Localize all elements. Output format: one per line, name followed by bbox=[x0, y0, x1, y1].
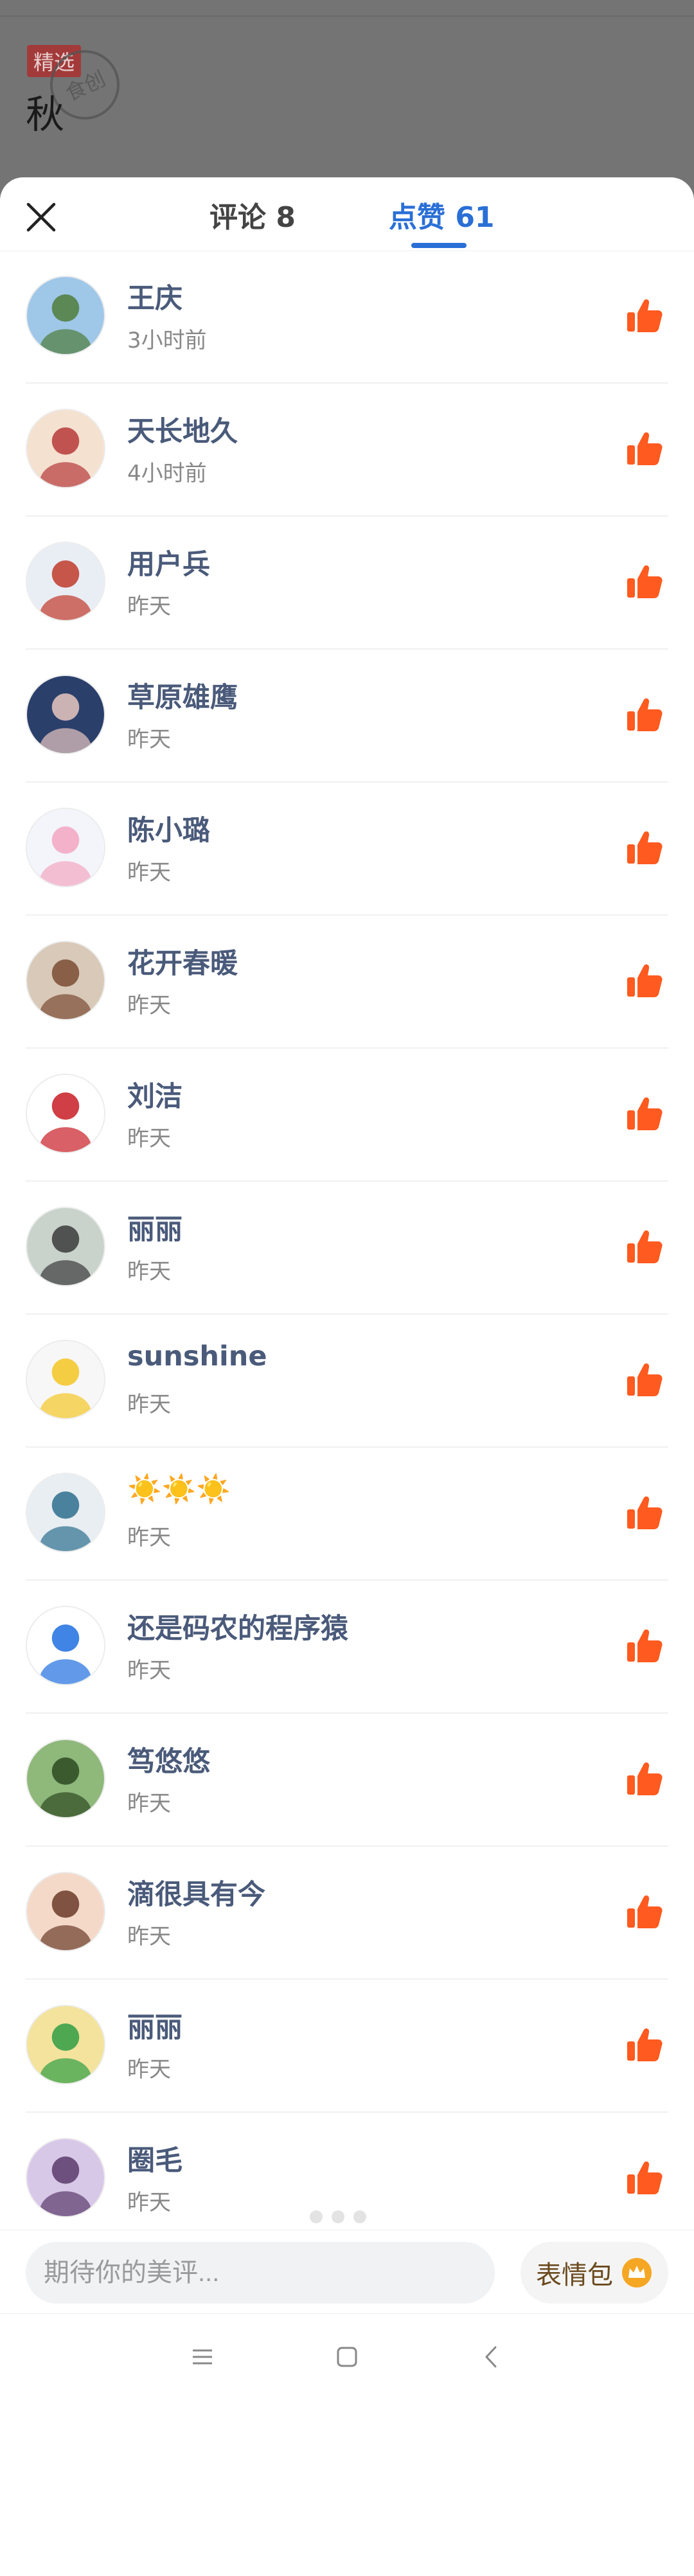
like-time: 昨天 bbox=[127, 1126, 171, 1151]
like-row[interactable]: 笃悠悠 昨天 bbox=[26, 1714, 668, 1847]
like-row[interactable]: 草原雄鹰 昨天 bbox=[26, 650, 668, 783]
avatar[interactable] bbox=[26, 1074, 105, 1153]
thumbs-up-icon[interactable] bbox=[625, 562, 664, 601]
thumbs-up-icon[interactable] bbox=[625, 2025, 664, 2065]
like-time: 昨天 bbox=[127, 860, 171, 885]
avatar[interactable] bbox=[26, 2005, 105, 2084]
like-time: 3小时前 bbox=[127, 328, 207, 353]
like-time: 昨天 bbox=[127, 727, 171, 752]
avatar[interactable] bbox=[26, 1207, 105, 1286]
thumbs-up-icon[interactable] bbox=[625, 1227, 664, 1266]
thumbs-up-icon[interactable] bbox=[625, 1360, 664, 1399]
like-time: 昨天 bbox=[127, 2057, 171, 2083]
user-name[interactable]: 丽丽 bbox=[127, 2005, 182, 2045]
thumbs-up-icon[interactable] bbox=[625, 296, 664, 335]
avatar[interactable] bbox=[26, 808, 105, 887]
sheet-header: 评论 8 点赞 61 bbox=[0, 177, 694, 251]
user-name[interactable]: 还是码农的程序猿 bbox=[127, 1606, 348, 1646]
back-icon[interactable] bbox=[476, 2341, 508, 2373]
like-time: 昨天 bbox=[127, 2190, 171, 2216]
emoji-button[interactable]: 表情包 bbox=[520, 2242, 668, 2304]
thumbs-up-icon[interactable] bbox=[625, 1892, 664, 1932]
like-time: 昨天 bbox=[127, 1525, 171, 1550]
like-row[interactable]: 天长地久 4小时前 bbox=[26, 384, 668, 517]
user-name[interactable]: ☀️☀️☀️ bbox=[127, 1473, 231, 1506]
menu-icon[interactable] bbox=[186, 2341, 218, 2373]
avatar[interactable] bbox=[26, 409, 105, 488]
avatar[interactable] bbox=[26, 1739, 105, 1818]
thumbs-up-icon[interactable] bbox=[625, 1759, 664, 1799]
avatar[interactable] bbox=[26, 675, 105, 754]
user-name[interactable]: 天长地久 bbox=[127, 409, 238, 449]
user-name[interactable]: 圈毛 bbox=[127, 2138, 182, 2178]
avatar[interactable] bbox=[26, 542, 105, 621]
thumbs-up-icon[interactable] bbox=[625, 828, 664, 867]
tab-comments[interactable]: 评论 8 bbox=[209, 194, 296, 235]
avatar[interactable] bbox=[26, 2138, 105, 2217]
system-navigation-bar bbox=[0, 2313, 694, 2399]
thumbs-up-icon[interactable] bbox=[625, 961, 664, 1000]
avatar[interactable] bbox=[26, 1606, 105, 1685]
user-name[interactable]: 刘洁 bbox=[127, 1074, 182, 1114]
user-name[interactable]: 用户兵 bbox=[127, 542, 210, 582]
user-name[interactable]: 陈小璐 bbox=[127, 808, 210, 848]
composer-bar: 表情包 bbox=[0, 2230, 694, 2314]
likes-list: 王庆 3小时前 天长地久 4小时前 用户兵 昨天 草原雄鹰 昨天 陈小璐 昨天 花开春暖 昨天 刘洁 昨天… bbox=[0, 251, 694, 2379]
like-row[interactable]: sunshine 昨天 bbox=[26, 1315, 668, 1448]
like-row[interactable]: 滴很具有今 昨天 bbox=[26, 1847, 668, 1980]
user-name[interactable]: 丽丽 bbox=[127, 1207, 182, 1247]
close-icon[interactable] bbox=[23, 199, 59, 235]
loading-dots bbox=[310, 2210, 375, 2226]
comment-input[interactable] bbox=[26, 2242, 495, 2304]
like-time: 昨天 bbox=[127, 1658, 171, 1683]
like-row[interactable]: 花开春暖 昨天 bbox=[26, 916, 668, 1049]
like-row[interactable]: 还是码农的程序猿昨天 bbox=[26, 1581, 668, 1714]
like-time: 4小时前 bbox=[127, 461, 207, 486]
active-tab-indicator bbox=[411, 243, 467, 248]
like-time: 昨天 bbox=[127, 993, 171, 1018]
like-row[interactable]: ☀️☀️☀️ 昨天 bbox=[26, 1448, 668, 1581]
user-name[interactable]: sunshine bbox=[127, 1340, 267, 1372]
thumbs-up-icon[interactable] bbox=[625, 429, 664, 468]
dot bbox=[332, 2210, 344, 2223]
avatar[interactable] bbox=[26, 1473, 105, 1552]
thumbs-up-icon[interactable] bbox=[625, 1094, 664, 1133]
like-row[interactable]: 丽丽 昨天 bbox=[26, 1980, 668, 2113]
user-name[interactable]: 滴很具有今 bbox=[127, 1872, 265, 1912]
dot bbox=[353, 2210, 366, 2223]
avatar[interactable] bbox=[26, 941, 105, 1020]
like-row[interactable]: 丽丽 昨天 bbox=[26, 1182, 668, 1315]
divider bbox=[0, 15, 694, 17]
like-time: 昨天 bbox=[127, 1259, 171, 1284]
emoji-label: 表情包 bbox=[536, 2261, 613, 2290]
like-row[interactable]: 用户兵 昨天 bbox=[26, 517, 668, 650]
like-time: 昨天 bbox=[127, 1791, 171, 1817]
user-name[interactable]: 王庆 bbox=[127, 276, 182, 316]
thumbs-up-icon[interactable] bbox=[625, 695, 664, 734]
thumbs-up-icon[interactable] bbox=[625, 1626, 664, 1666]
user-name[interactable]: 笃悠悠 bbox=[127, 1739, 210, 1779]
avatar[interactable] bbox=[26, 276, 105, 355]
thumbs-up-icon[interactable] bbox=[625, 1493, 664, 1532]
avatar[interactable] bbox=[26, 1340, 105, 1419]
tab-likes[interactable]: 点赞 61 bbox=[389, 194, 495, 235]
article-title: 秋 bbox=[26, 93, 64, 138]
crown-icon bbox=[622, 2258, 652, 2287]
home-icon[interactable] bbox=[331, 2341, 363, 2373]
like-row[interactable]: 陈小璐 昨天 bbox=[26, 783, 668, 916]
user-name[interactable]: 花开春暖 bbox=[127, 941, 238, 981]
avatar[interactable] bbox=[26, 1872, 105, 1951]
like-row[interactable]: 刘洁 昨天 bbox=[26, 1049, 668, 1182]
like-time: 昨天 bbox=[127, 1924, 171, 1950]
user-name[interactable]: 草原雄鹰 bbox=[127, 675, 238, 715]
thumbs-up-icon[interactable] bbox=[625, 2158, 664, 2198]
like-time: 昨天 bbox=[127, 1392, 171, 1417]
like-time: 昨天 bbox=[127, 594, 171, 619]
dot bbox=[310, 2210, 323, 2223]
article-backdrop: 精选 食创 秋 bbox=[0, 0, 694, 193]
like-row[interactable]: 王庆 3小时前 bbox=[26, 251, 668, 384]
